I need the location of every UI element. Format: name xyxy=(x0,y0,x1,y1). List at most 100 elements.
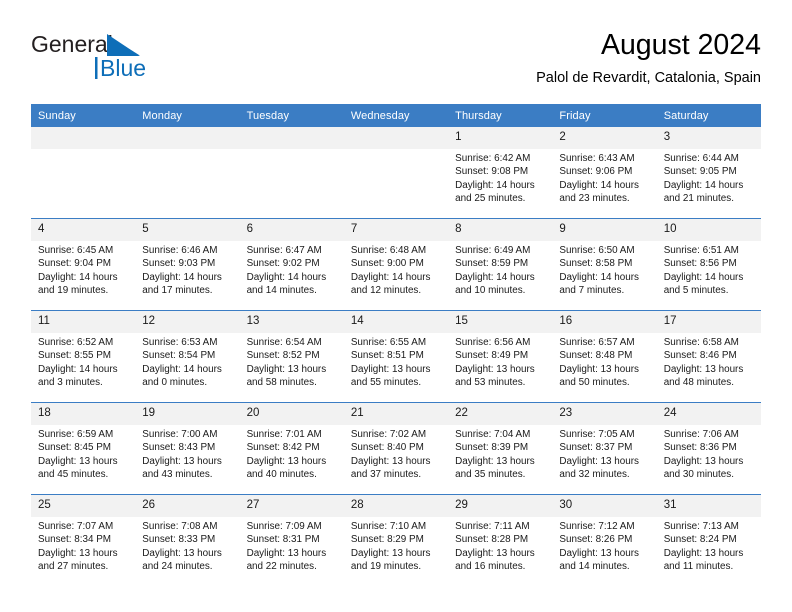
sunset-text: Sunset: 8:43 PM xyxy=(142,442,216,454)
calendar-day-cell[interactable]: 9 Sunrise: 6:50 AM Sunset: 8:58 PM Daylight… xyxy=(552,218,657,311)
day-details: Sunrise: 7:06 AM Sunset: 8:36 PM Daylight:… xyxy=(657,425,761,494)
calendar-day-cell[interactable]: 23 Sunrise: 7:05 AM Sunset: 8:37 PM Dayligh… xyxy=(552,402,657,495)
calendar-day-cell[interactable]: 24 Sunrise: 7:06 AM Sunset: 8:36 PM Dayligh… xyxy=(656,402,761,495)
sunset-text: Sunset: 8:46 PM xyxy=(663,350,737,362)
calendar-day-cell[interactable]: 15 Sunrise: 6:56 AM Sunset: 8:49 PM Dayligh… xyxy=(448,310,553,403)
calendar-day-cell[interactable]: 25 Sunrise: 7:07 AM Sunset: 8:34 PM Dayligh… xyxy=(31,494,136,586)
day-details: Sunrise: 6:52 AM Sunset: 8:55 PM Daylight:… xyxy=(31,333,135,402)
calendar-day-cell[interactable]: 27 Sunrise: 7:09 AM Sunset: 8:31 PM Dayligh… xyxy=(239,494,344,586)
daylight-text-line1: Daylight: 14 hours xyxy=(663,271,744,283)
daylight-text-line2: and 7 minutes. xyxy=(559,284,625,296)
day-details: Sunrise: 7:08 AM Sunset: 8:33 PM Daylight:… xyxy=(135,517,239,586)
day-number: 2 xyxy=(552,127,657,149)
day-number xyxy=(135,127,240,149)
day-details: Sunrise: 7:07 AM Sunset: 8:34 PM Daylight:… xyxy=(31,517,135,586)
calendar-day-cell[interactable]: 31 Sunrise: 7:13 AM Sunset: 8:24 PM Dayligh… xyxy=(656,494,761,586)
calendar-day-cell[interactable]: 4 Sunrise: 6:45 AM Sunset: 9:04 PM Daylight… xyxy=(31,218,136,311)
calendar-day-cell[interactable]: 30 Sunrise: 7:12 AM Sunset: 8:26 PM Dayligh… xyxy=(552,494,657,586)
calendar-day-cell[interactable]: 14 Sunrise: 6:55 AM Sunset: 8:51 PM Dayligh… xyxy=(343,310,449,403)
day-number: 3 xyxy=(656,127,761,149)
sunset-text: Sunset: 8:34 PM xyxy=(38,534,112,546)
daylight-text-line2: and 3 minutes. xyxy=(38,376,103,388)
sunset-text: Sunset: 8:56 PM xyxy=(663,258,737,270)
sunset-text: Sunset: 8:52 PM xyxy=(246,350,320,362)
calendar-day-cell[interactable]: 13 Sunrise: 6:54 AM Sunset: 8:52 PM Dayligh… xyxy=(239,310,344,403)
day-details: Sunrise: 6:46 AM Sunset: 9:03 PM Daylight:… xyxy=(135,241,239,310)
daylight-text-line1: Daylight: 13 hours xyxy=(455,455,535,467)
day-number: 29 xyxy=(448,495,553,517)
calendar-day-cell[interactable]: 7 Sunrise: 6:48 AM Sunset: 9:00 PM Daylight… xyxy=(343,218,449,311)
day-number: 16 xyxy=(552,311,657,333)
sunrise-text: Sunrise: 6:58 AM xyxy=(663,337,739,348)
day-number: 27 xyxy=(239,495,344,517)
calendar-table: Sunday Monday Tuesday Wednesday Thursday… xyxy=(31,104,761,586)
brand-logo[interactable]: General Blue xyxy=(31,28,241,84)
sunset-text: Sunset: 8:33 PM xyxy=(142,534,216,546)
sunrise-text: Sunrise: 7:11 AM xyxy=(455,521,530,532)
daylight-text-line1: Daylight: 13 hours xyxy=(142,455,222,467)
day-number: 10 xyxy=(656,219,761,241)
daylight-text-line1: Daylight: 14 hours xyxy=(455,179,535,191)
sunset-text: Sunset: 8:28 PM xyxy=(455,534,529,546)
day-details: Sunrise: 6:57 AM Sunset: 8:48 PM Daylight:… xyxy=(552,333,656,402)
daylight-text-line2: and 16 minutes. xyxy=(455,560,526,572)
calendar-day-cell[interactable]: 12 Sunrise: 6:53 AM Sunset: 8:54 PM Dayligh… xyxy=(135,310,240,403)
calendar-day-cell[interactable]: 8 Sunrise: 6:49 AM Sunset: 8:59 PM Daylight… xyxy=(448,218,553,311)
calendar-day-cell[interactable]: 10 Sunrise: 6:51 AM Sunset: 8:56 PM Dayligh… xyxy=(656,218,761,311)
sunset-text: Sunset: 8:42 PM xyxy=(246,442,320,454)
daylight-text-line2: and 43 minutes. xyxy=(142,468,213,480)
sunrise-text: Sunrise: 6:42 AM xyxy=(455,153,531,164)
calendar-day-cell[interactable]: 11 Sunrise: 6:52 AM Sunset: 8:55 PM Dayligh… xyxy=(31,310,136,403)
day-number: 6 xyxy=(239,219,344,241)
day-details: Sunrise: 6:49 AM Sunset: 8:59 PM Daylight:… xyxy=(448,241,552,310)
sunrise-text: Sunrise: 6:55 AM xyxy=(350,337,427,348)
title-block: August 2024 Palol de Revardit, Catalonia… xyxy=(536,28,761,87)
calendar-day-cell[interactable]: 26 Sunrise: 7:08 AM Sunset: 8:33 PM Dayligh… xyxy=(135,494,240,586)
day-number: 20 xyxy=(239,403,344,425)
daylight-text-line2: and 53 minutes. xyxy=(455,376,526,388)
day-number: 15 xyxy=(448,311,553,333)
day-number: 18 xyxy=(31,403,136,425)
calendar-day-cell[interactable]: 29 Sunrise: 7:11 AM Sunset: 8:28 PM Dayligh… xyxy=(448,494,553,586)
calendar-cell-empty xyxy=(239,127,344,219)
column-header-monday: Monday xyxy=(135,104,240,127)
calendar-day-cell[interactable]: 17 Sunrise: 6:58 AM Sunset: 8:46 PM Dayligh… xyxy=(656,310,761,403)
sunset-text: Sunset: 8:37 PM xyxy=(559,442,633,454)
calendar-day-cell[interactable]: 1 Sunrise: 6:42 AM Sunset: 9:08 PM Daylight… xyxy=(448,127,553,219)
day-details: Sunrise: 6:51 AM Sunset: 8:56 PM Daylight:… xyxy=(657,241,761,310)
sunrise-text: Sunrise: 6:46 AM xyxy=(142,245,218,256)
sunrise-text: Sunrise: 6:52 AM xyxy=(38,337,114,348)
sunset-text: Sunset: 8:49 PM xyxy=(455,350,529,362)
day-number: 1 xyxy=(448,127,553,149)
brand-name-line1: General xyxy=(31,31,113,57)
calendar-day-cell[interactable]: 6 Sunrise: 6:47 AM Sunset: 9:02 PM Daylight… xyxy=(239,218,344,311)
calendar-day-cell[interactable]: 3 Sunrise: 6:44 AM Sunset: 9:05 PM Daylight… xyxy=(656,127,761,219)
sunrise-text: Sunrise: 7:01 AM xyxy=(246,429,322,440)
logo-stem xyxy=(95,57,98,79)
daylight-text-line2: and 23 minutes. xyxy=(559,192,630,204)
calendar-day-cell[interactable]: 28 Sunrise: 7:10 AM Sunset: 8:29 PM Dayligh… xyxy=(343,494,449,586)
day-details: Sunrise: 7:02 AM Sunset: 8:40 PM Daylight:… xyxy=(344,425,448,494)
day-details: Sunrise: 6:54 AM Sunset: 8:52 PM Daylight:… xyxy=(240,333,344,402)
daylight-text-line1: Daylight: 13 hours xyxy=(142,547,222,559)
day-details: Sunrise: 6:50 AM Sunset: 8:58 PM Daylight:… xyxy=(552,241,656,310)
sunset-text: Sunset: 8:31 PM xyxy=(246,534,320,546)
calendar-cell-empty xyxy=(343,127,449,219)
calendar-day-cell[interactable]: 20 Sunrise: 7:01 AM Sunset: 8:42 PM Dayligh… xyxy=(239,402,344,495)
calendar-week-row: 1 Sunrise: 6:42 AM Sunset: 9:08 PM Daylight… xyxy=(31,127,761,219)
calendar-page: General Blue August 2024 Palol de Revard… xyxy=(0,0,792,612)
sunset-text: Sunset: 8:40 PM xyxy=(350,442,424,454)
calendar-day-cell[interactable]: 22 Sunrise: 7:04 AM Sunset: 8:39 PM Dayligh… xyxy=(448,402,553,495)
calendar-day-cell[interactable]: 16 Sunrise: 6:57 AM Sunset: 8:48 PM Dayligh… xyxy=(552,310,657,403)
calendar-cell-empty xyxy=(135,127,240,219)
daylight-text-line2: and 12 minutes. xyxy=(350,284,422,296)
calendar-day-cell[interactable]: 5 Sunrise: 6:46 AM Sunset: 9:03 PM Daylight… xyxy=(135,218,240,311)
daylight-text-line2: and 17 minutes. xyxy=(142,284,213,296)
day-details: Sunrise: 7:01 AM Sunset: 8:42 PM Daylight:… xyxy=(240,425,344,494)
calendar-day-cell[interactable]: 2 Sunrise: 6:43 AM Sunset: 9:06 PM Daylight… xyxy=(552,127,657,219)
calendar-day-cell[interactable]: 21 Sunrise: 7:02 AM Sunset: 8:40 PM Dayligh… xyxy=(343,402,449,495)
calendar-day-cell[interactable]: 19 Sunrise: 7:00 AM Sunset: 8:43 PM Dayligh… xyxy=(135,402,240,495)
calendar-day-cell[interactable]: 18 Sunrise: 6:59 AM Sunset: 8:45 PM Dayligh… xyxy=(31,402,136,495)
sunrise-text: Sunrise: 6:54 AM xyxy=(246,337,322,348)
column-header-thursday: Thursday xyxy=(448,104,553,127)
